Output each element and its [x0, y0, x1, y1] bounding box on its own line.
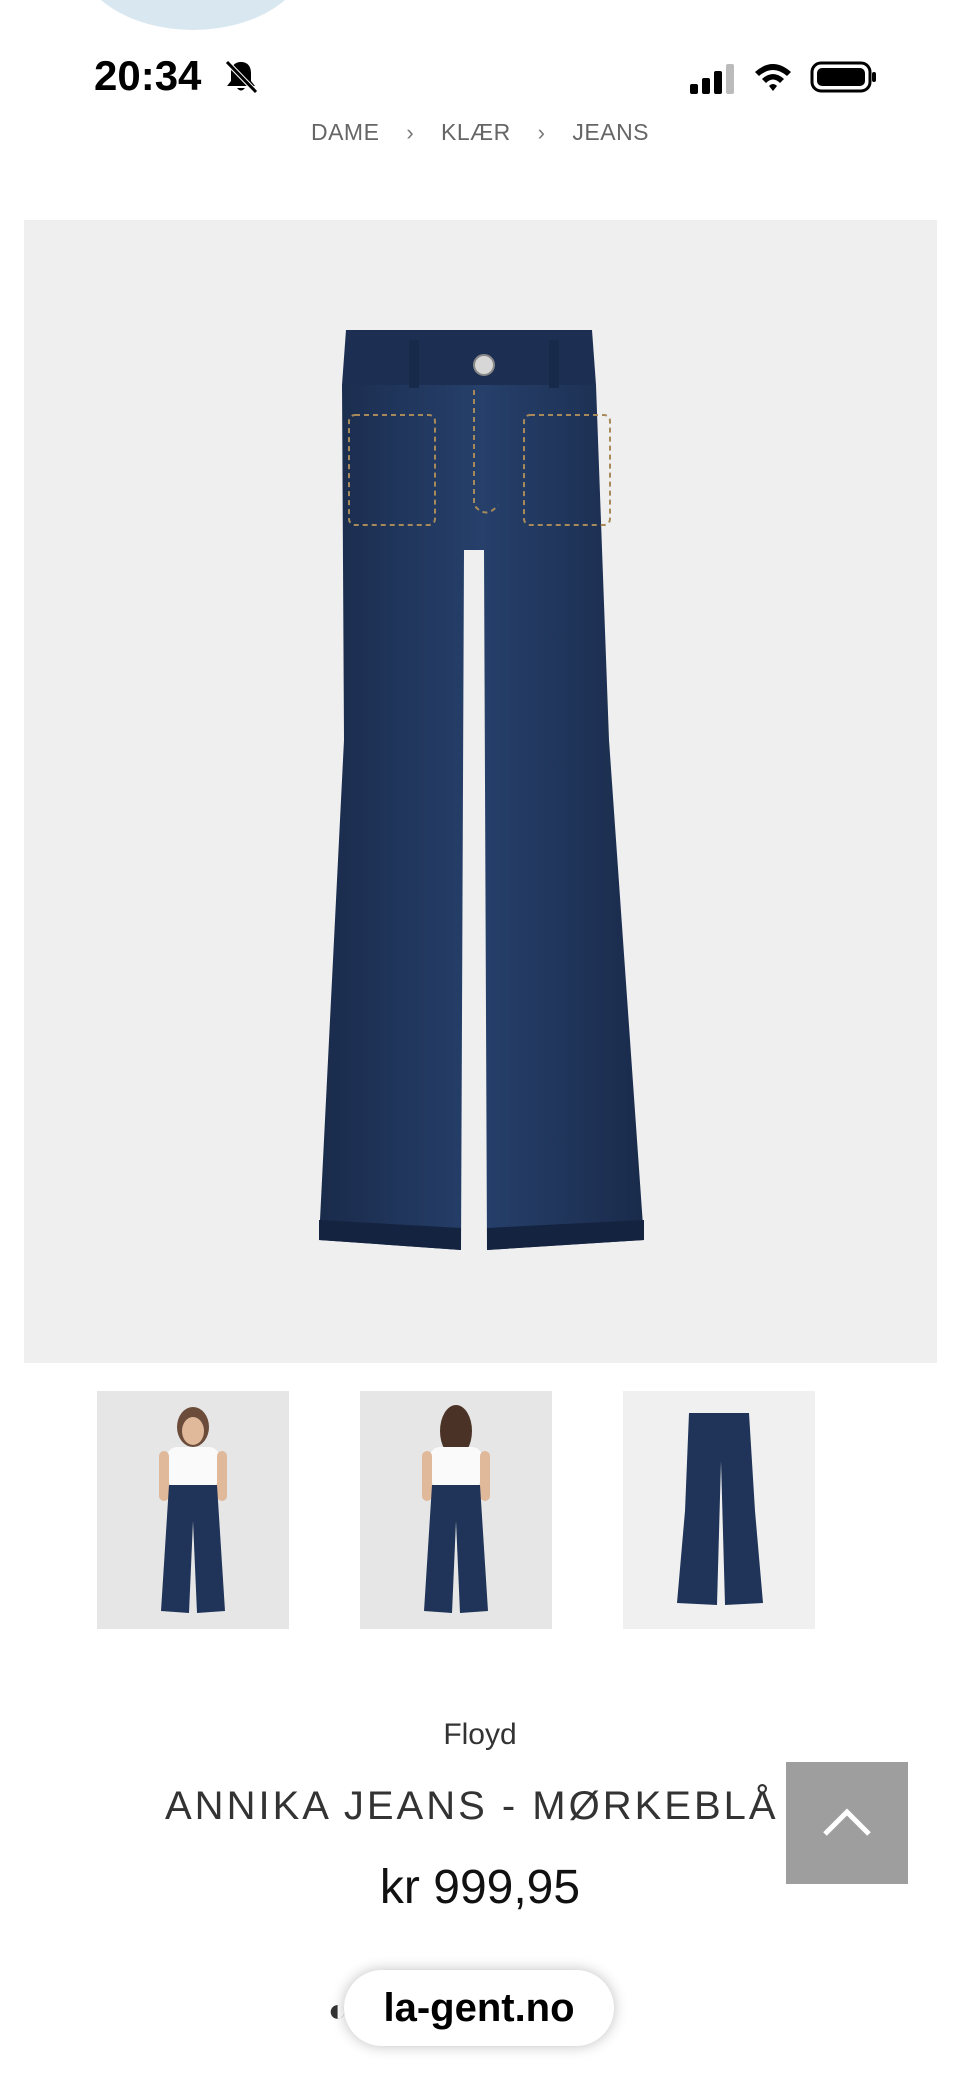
breadcrumb-item-klaer[interactable]: KLÆR [441, 119, 511, 146]
browser-url-bar[interactable]: la-gent.no [344, 1970, 614, 2046]
battery-icon [810, 61, 876, 93]
chevron-up-icon [823, 1808, 871, 1836]
bell-off-icon [225, 60, 258, 94]
product-brand[interactable]: Floyd [0, 1718, 960, 1752]
status-time: 20:34 [94, 52, 202, 99]
jeans-illustration [319, 330, 644, 1250]
scroll-to-top-button[interactable] [786, 1762, 908, 1884]
breadcrumb-item-dame[interactable]: DAME [311, 119, 379, 146]
product-thumbnail[interactable] [97, 1391, 289, 1629]
signal-icon [690, 64, 734, 94]
product-title: ANNIKA JEANS - MØRKEBLÅ [165, 1784, 779, 1828]
breadcrumb-item-jeans[interactable]: JEANS [572, 119, 649, 146]
product-thumbnail[interactable] [623, 1391, 815, 1629]
product-thumbnail[interactable] [360, 1391, 552, 1629]
browser-url: la-gent.no [383, 1985, 575, 2030]
breadcrumb: DAME › KLÆR › JEANS [0, 118, 960, 146]
model-front-illustration [159, 1407, 227, 1613]
wifi-icon [755, 64, 791, 91]
breadcrumb-separator-icon: › [537, 119, 546, 145]
product-main-image[interactable] [24, 220, 937, 1363]
jeans-flat-illustration [677, 1413, 763, 1605]
model-back-illustration [422, 1405, 490, 1613]
breadcrumb-separator-icon: › [406, 119, 415, 145]
